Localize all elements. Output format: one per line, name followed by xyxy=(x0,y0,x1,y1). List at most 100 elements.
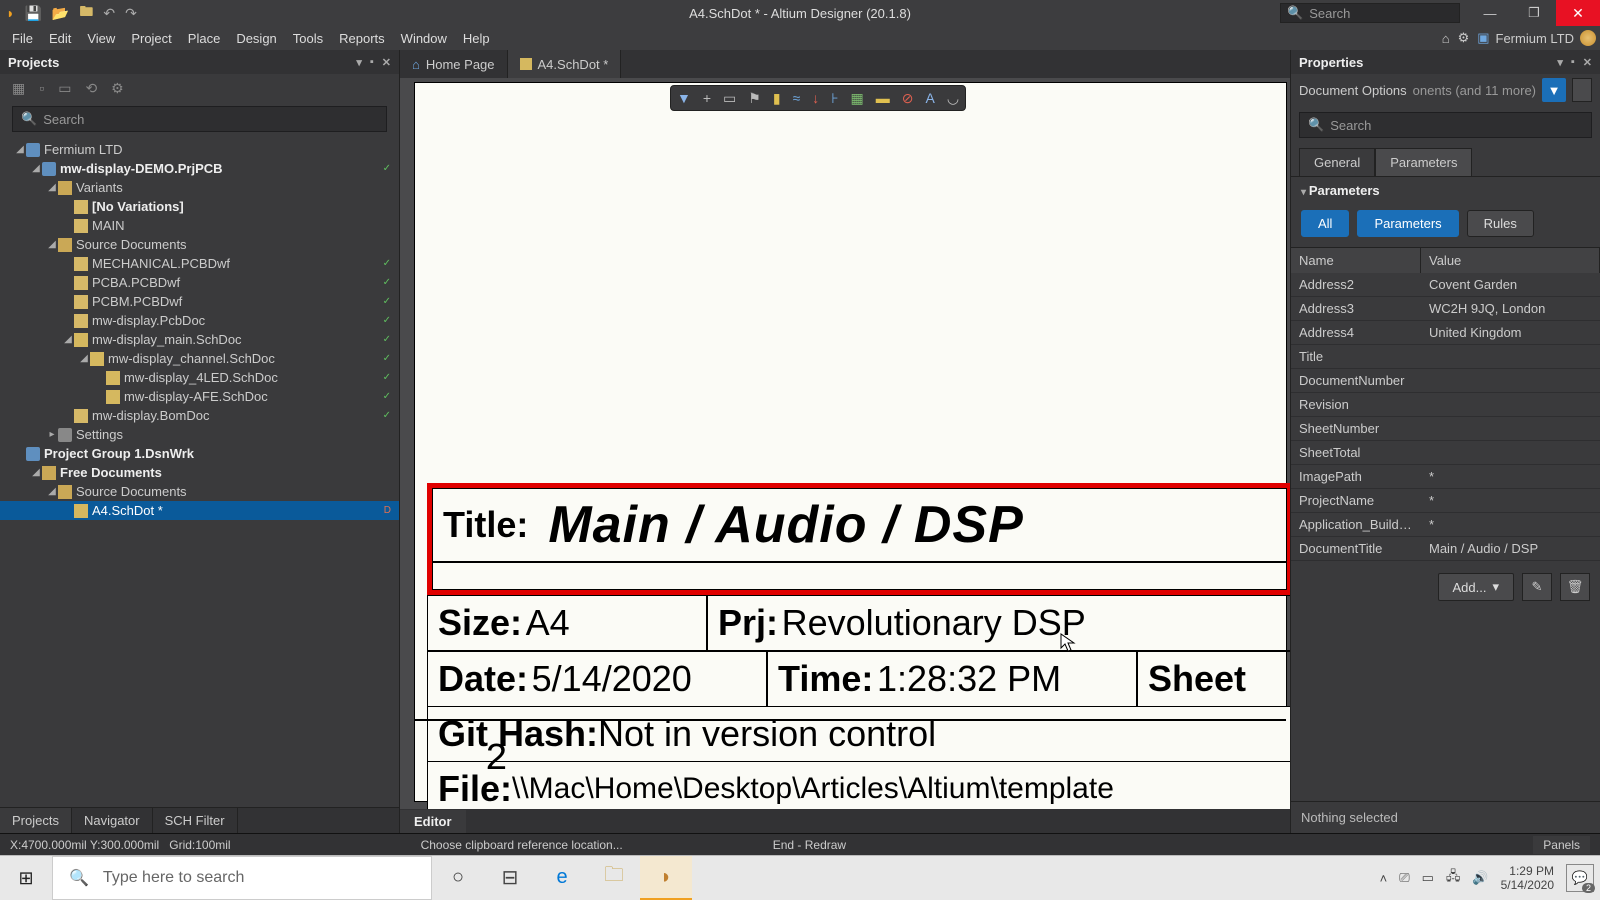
panel-menu-icon[interactable]: ▾ xyxy=(356,56,362,69)
undo-icon[interactable]: ↶ xyxy=(103,5,115,22)
new-icon[interactable]: ▦ xyxy=(12,80,25,97)
tree-row[interactable]: MAIN xyxy=(0,216,399,235)
close-button[interactable]: ✕ xyxy=(1556,0,1600,26)
tab-navigator[interactable]: Navigator xyxy=(72,808,153,833)
param-row[interactable]: SheetNumber xyxy=(1291,417,1600,441)
tree-row[interactable]: ◢Free Documents xyxy=(0,463,399,482)
menu-file[interactable]: File xyxy=(4,28,41,49)
tree-row[interactable]: [No Variations] xyxy=(0,197,399,216)
tree-row[interactable]: MECHANICAL.PCBDwf✓ xyxy=(0,254,399,273)
pill-rules[interactable]: Rules xyxy=(1467,210,1534,237)
menu-edit[interactable]: Edit xyxy=(41,28,79,49)
print-icon[interactable]: 🖿 xyxy=(79,1,93,25)
edge-icon[interactable]: e xyxy=(536,856,588,900)
tree-row[interactable]: ◢mw-display-DEMO.PrjPCB✓ xyxy=(0,159,399,178)
param-row[interactable]: DocumentNumber xyxy=(1291,369,1600,393)
menu-design[interactable]: Design xyxy=(228,28,284,49)
gear-icon[interactable]: ⚙ xyxy=(111,80,124,97)
panel-close-icon[interactable]: ✕ xyxy=(382,56,391,69)
tab-sch-filter[interactable]: SCH Filter xyxy=(153,808,238,833)
param-row[interactable]: Revision xyxy=(1291,393,1600,417)
start-button[interactable]: ⊞ xyxy=(0,856,52,900)
tray-display-icon[interactable]: ⎚ xyxy=(1399,870,1409,886)
tray-chevron-icon[interactable]: ˄ xyxy=(1380,871,1388,886)
cortana-icon[interactable]: ○ xyxy=(432,856,484,900)
folder-icon[interactable]: ▭ xyxy=(58,80,71,97)
param-row[interactable]: Address3WC2H 9JQ, London xyxy=(1291,297,1600,321)
menu-reports[interactable]: Reports xyxy=(331,28,393,49)
arc-icon[interactable]: ◡ xyxy=(947,90,959,107)
delete-button[interactable]: 🗑 xyxy=(1560,573,1590,601)
active-bar-toolbar[interactable]: ▼ + ▭ ⚑ ▮ ≈ ↓ ⊦ ▦ ▬ ⊘ A ◡ xyxy=(670,85,966,111)
redo-icon[interactable]: ↷ xyxy=(125,5,137,22)
tray-volume-icon[interactable]: 🔊 xyxy=(1472,870,1488,886)
param-row[interactable]: SheetTotal xyxy=(1291,441,1600,465)
taskbar-clock[interactable]: 1:29 PM 5/14/2020 xyxy=(1501,864,1554,893)
tag-icon[interactable]: ▬ xyxy=(876,90,890,106)
param-row[interactable]: Title xyxy=(1291,345,1600,369)
add-icon[interactable]: ▫ xyxy=(39,80,44,96)
rect-icon[interactable]: ▭ xyxy=(723,90,736,107)
col-value[interactable]: Value xyxy=(1421,248,1600,273)
altium-taskbar-icon[interactable]: ◗ xyxy=(640,856,692,900)
menu-tools[interactable]: Tools xyxy=(285,28,331,49)
panels-button[interactable]: Panels xyxy=(1533,836,1590,854)
tree-row[interactable]: ◢Source Documents xyxy=(0,482,399,501)
doc-tab-home[interactable]: ⌂ Home Page xyxy=(400,50,508,78)
tray-network-icon[interactable]: 🖧 xyxy=(1446,867,1461,889)
tray-battery-icon[interactable]: ▭ xyxy=(1422,870,1434,886)
panel-pin-icon[interactable]: ▪ xyxy=(370,56,374,69)
taskbar-search-input[interactable]: 🔍 Type here to search xyxy=(52,856,432,900)
menu-window[interactable]: Window xyxy=(393,28,455,49)
col-name[interactable]: Name xyxy=(1291,248,1421,273)
wave-icon[interactable]: ≈ xyxy=(793,90,801,106)
tree-row[interactable]: PCBM.PCBDwf✓ xyxy=(0,292,399,311)
panel-menu-icon[interactable]: ▾ xyxy=(1557,56,1563,69)
task-view-icon[interactable]: ⊟ xyxy=(484,856,536,900)
tab-general[interactable]: General xyxy=(1299,148,1375,176)
tree-row[interactable]: mw-display_4LED.SchDoc✓ xyxy=(0,368,399,387)
tree-row[interactable]: Project Group 1.DsnWrk xyxy=(0,444,399,463)
settings-icon[interactable]: ⚙ xyxy=(1458,30,1470,46)
tree-row[interactable]: ◢Variants xyxy=(0,178,399,197)
tab-parameters[interactable]: Parameters xyxy=(1375,148,1472,176)
chip-icon[interactable]: ▦ xyxy=(851,90,864,107)
explorer-icon[interactable]: 🗀 xyxy=(588,856,640,900)
properties-search-input[interactable]: 🔍 Search xyxy=(1299,112,1592,138)
filter-icon[interactable]: ▼ xyxy=(677,90,691,106)
doc-tab-schdot[interactable]: A4.SchDot * xyxy=(508,50,622,78)
add-button[interactable]: Add...▾ xyxy=(1438,573,1515,601)
tree-row[interactable]: mw-display.PcbDoc✓ xyxy=(0,311,399,330)
parameters-section-header[interactable]: Parameters xyxy=(1291,177,1600,204)
no-icon[interactable]: ⊘ xyxy=(902,90,914,107)
edit-button[interactable]: ✎ xyxy=(1522,573,1552,601)
text-icon[interactable]: A xyxy=(926,90,935,106)
open-icon[interactable]: 📂 xyxy=(52,5,69,22)
pill-all[interactable]: All xyxy=(1301,210,1349,237)
link-icon[interactable]: ⟲ xyxy=(85,80,97,97)
global-search-input[interactable]: 🔍 Search xyxy=(1280,3,1460,23)
tree-row[interactable]: ◢Fermium LTD xyxy=(0,140,399,159)
maximize-button[interactable]: ❐ xyxy=(1512,0,1556,26)
tree-row[interactable]: ◢Source Documents xyxy=(0,235,399,254)
tree-row[interactable]: mw-display.BomDoc✓ xyxy=(0,406,399,425)
tree-row[interactable]: ◢mw-display_main.SchDoc✓ xyxy=(0,330,399,349)
param-row[interactable]: ProjectName* xyxy=(1291,489,1600,513)
save-icon[interactable]: 💾 xyxy=(24,5,41,22)
tree-row[interactable]: ◢mw-display_channel.SchDoc✓ xyxy=(0,349,399,368)
down-icon[interactable]: ↓ xyxy=(812,90,819,106)
param-row[interactable]: Address4United Kingdom xyxy=(1291,321,1600,345)
projects-search-input[interactable]: 🔍 Search xyxy=(12,106,387,132)
schematic-canvas[interactable]: Title: Main / Audio / DSP Size: A4 Prj: xyxy=(400,78,1290,809)
tab-editor[interactable]: Editor xyxy=(400,810,466,833)
param-row[interactable]: DocumentTitleMain / Audio / DSP xyxy=(1291,537,1600,561)
tree-row[interactable]: ▸Settings xyxy=(0,425,399,444)
add-icon[interactable]: + xyxy=(703,90,711,106)
menu-view[interactable]: View xyxy=(79,28,123,49)
align-icon[interactable]: ⊦ xyxy=(831,90,838,107)
menu-help[interactable]: Help xyxy=(455,28,498,49)
tab-projects[interactable]: Projects xyxy=(0,808,72,833)
user-badge[interactable]: ▣ Fermium LTD xyxy=(1477,30,1596,46)
tree-row[interactable]: mw-display-AFE.SchDoc✓ xyxy=(0,387,399,406)
filter-dropdown[interactable] xyxy=(1572,78,1592,102)
